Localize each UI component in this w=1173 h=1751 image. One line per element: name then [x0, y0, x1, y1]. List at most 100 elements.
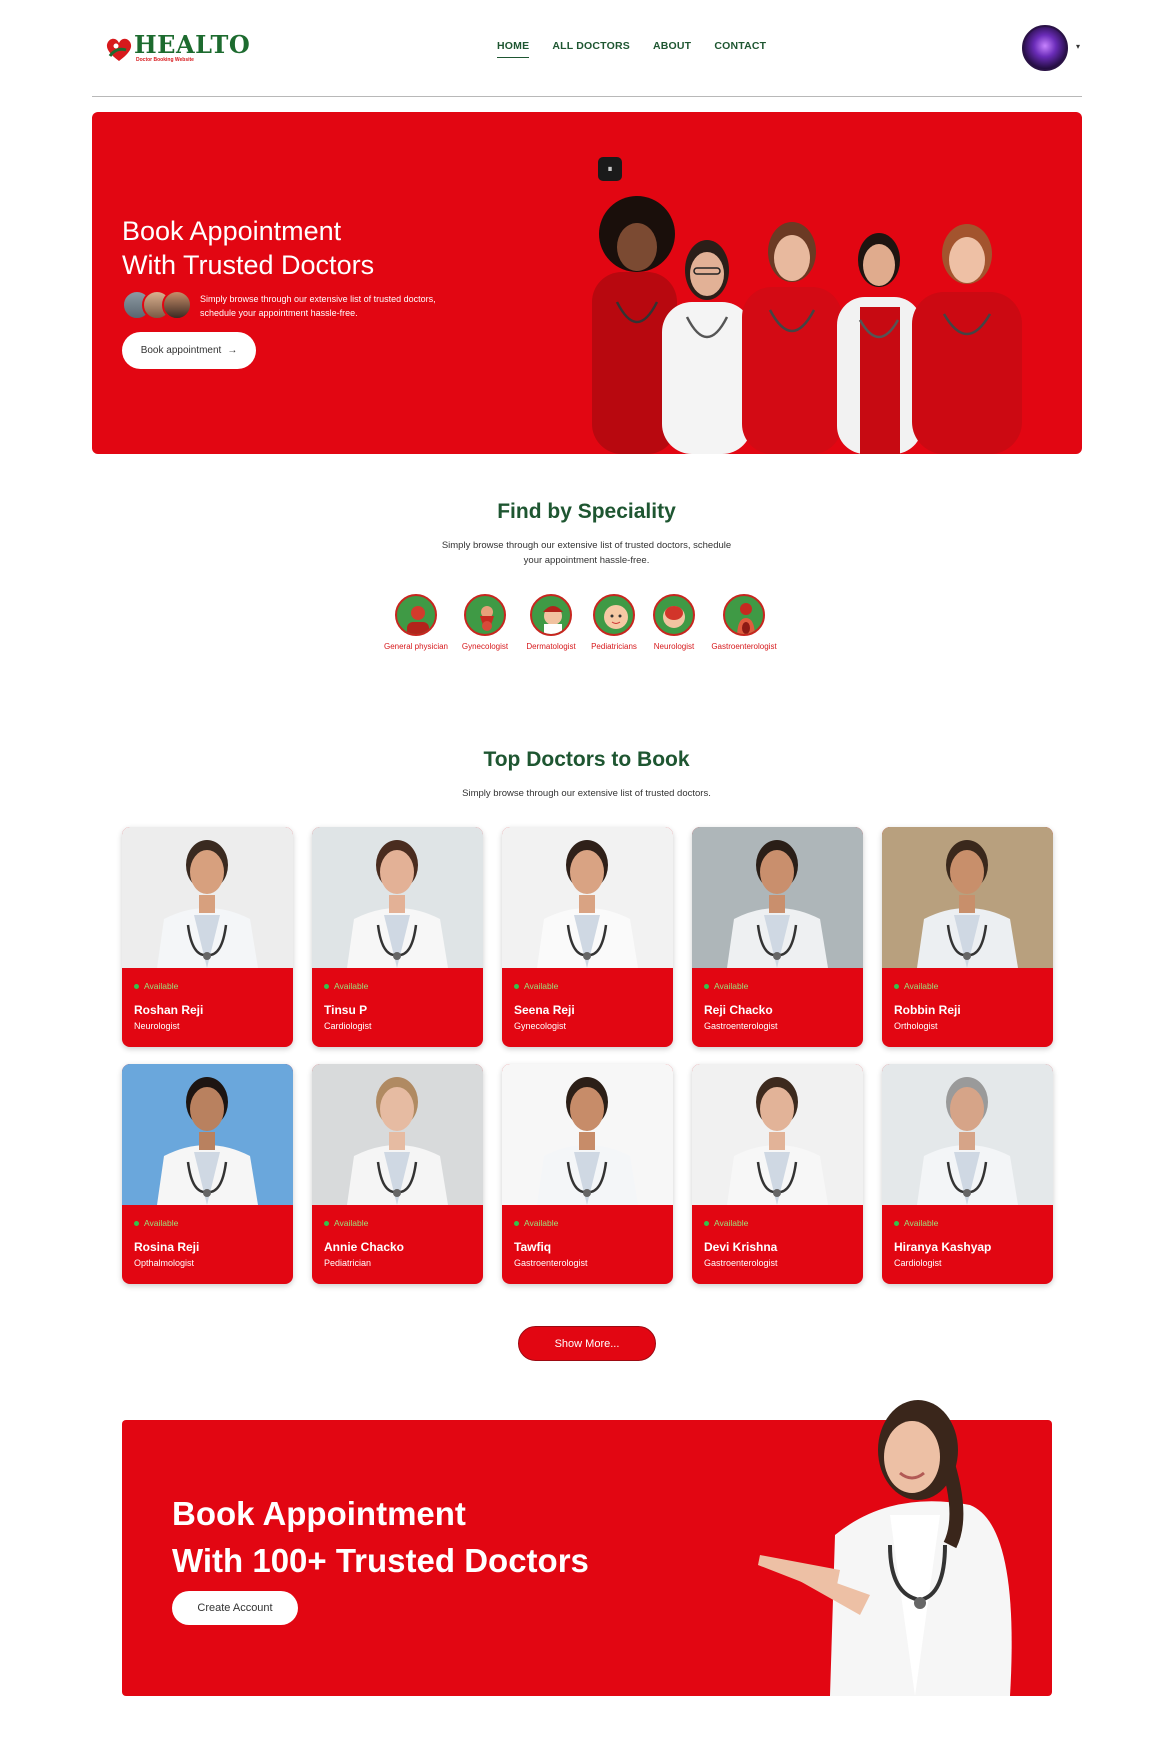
- doctor-speciality: Neurologist: [134, 1021, 180, 1031]
- doctor-card[interactable]: Available Rosina Reji Opthalmologist: [122, 1064, 293, 1284]
- doctor-name: Seena Reji: [514, 1003, 575, 1017]
- doctor-card[interactable]: Available Roshan Reji Neurologist: [122, 827, 293, 1047]
- nav-item-about[interactable]: ABOUT: [653, 40, 691, 58]
- pointing-doctor-image: [758, 1400, 1012, 1696]
- status-dot-icon: [894, 1220, 899, 1226]
- doctor-photo: [122, 827, 293, 968]
- status-dot-icon: [514, 983, 519, 989]
- availability-label: Available: [904, 1218, 939, 1228]
- nav-item-home[interactable]: HOME: [497, 40, 530, 58]
- doctor-name: Annie Chacko: [324, 1240, 405, 1254]
- navbar: HEALTO Doctor Booking Website HOME ALL DO…: [92, 0, 1082, 97]
- status-dot-icon: [134, 1220, 139, 1226]
- availability-status: Available: [324, 1218, 475, 1228]
- doctor-speciality: Gastroenterologist: [514, 1258, 588, 1268]
- availability-status: Available: [704, 1218, 855, 1228]
- doctor-speciality: Gastroenterologist: [704, 1021, 778, 1031]
- speciality-label: Dermatologist: [526, 642, 576, 651]
- doctor-card[interactable]: Available Hiranya Kashyap Cardiologist: [882, 1064, 1053, 1284]
- doctor-grid: Available Roshan Reji Neurologist Available…: [122, 827, 1053, 1284]
- availability-status: Available: [704, 981, 855, 991]
- speciality-dermatologist[interactable]: Dermatologist: [518, 594, 584, 651]
- doctor-speciality: Pediatrician: [324, 1258, 372, 1268]
- hero-title: Book Appointment With Trusted Doctors: [122, 214, 374, 282]
- doctor-info: Available Rosina Reji Opthalmologist: [134, 1218, 285, 1268]
- doctor-speciality: Orthologist: [894, 1021, 938, 1031]
- book-appointment-button[interactable]: Book appointment →: [122, 332, 256, 369]
- gastroenterologist-icon: [723, 594, 765, 636]
- speciality-description-line2: your appointment hassle-free.: [523, 555, 650, 566]
- availability-label: Available: [524, 1218, 559, 1228]
- gynecologist-icon: [464, 594, 506, 636]
- doctor-photo: [882, 827, 1053, 968]
- hero-title-line1: Book Appointment: [122, 216, 342, 246]
- status-dot-icon: [324, 983, 329, 989]
- status-dot-icon: [134, 983, 139, 989]
- nav-item-all-doctors[interactable]: ALL DOCTORS: [552, 40, 630, 58]
- availability-label: Available: [904, 981, 939, 991]
- doctor-speciality: Cardiologist: [894, 1258, 942, 1268]
- doctor-card[interactable]: Available Devi Krishna Gastroenterologist: [692, 1064, 863, 1284]
- logo[interactable]: HEALTO Doctor Booking Website: [104, 28, 250, 68]
- doctor-card[interactable]: Available Seena Reji Gynecologist: [502, 827, 673, 1047]
- profile-avatar[interactable]: [1022, 25, 1068, 71]
- speciality-gastroenterologist[interactable]: Gastroenterologist: [704, 594, 784, 651]
- availability-status: Available: [134, 1218, 285, 1228]
- status-dot-icon: [514, 1220, 519, 1226]
- doctor-name: Hiranya Kashyap: [894, 1240, 992, 1254]
- availability-status: Available: [894, 981, 1045, 991]
- hero-title-line2: With Trusted Doctors: [122, 250, 375, 280]
- doctor-photo: [312, 1064, 483, 1205]
- speciality-description-line1: Simply browse through our extensive list…: [441, 540, 732, 551]
- speciality-neurologist[interactable]: Neurologist: [644, 594, 704, 651]
- status-dot-icon: [704, 1220, 709, 1226]
- availability-label: Available: [524, 981, 559, 991]
- doctor-photo: [692, 1064, 863, 1205]
- doctor-photo: [502, 1064, 673, 1205]
- doctor-card[interactable]: Available Annie Chacko Pediatrician: [312, 1064, 483, 1284]
- speciality-label: Gynecologist: [461, 642, 509, 651]
- speciality-pediatricians[interactable]: Pediatricians: [584, 594, 644, 651]
- availability-label: Available: [714, 981, 749, 991]
- availability-label: Available: [334, 981, 369, 991]
- neurologist-icon: [653, 594, 695, 636]
- doctor-card[interactable]: Available Robbin Reji Orthologist: [882, 827, 1053, 1047]
- speciality-gynecologist[interactable]: Gynecologist: [452, 594, 518, 651]
- speciality-title: Find by Speciality: [497, 500, 676, 523]
- doctor-avatars-group: [122, 290, 194, 320]
- doctor-photo: [692, 827, 863, 968]
- arrow-right-icon: →: [227, 345, 238, 356]
- doctor-name: Rosina Reji: [134, 1240, 200, 1254]
- brand-name: HEALTO: [134, 30, 251, 59]
- general-physician-icon: [395, 594, 437, 636]
- create-account-button[interactable]: Create Account: [172, 1591, 298, 1625]
- doctor-info: Available Annie Chacko Pediatrician: [324, 1218, 475, 1268]
- brand-tagline: Doctor Booking Website: [136, 57, 194, 63]
- doctor-name: Devi Krishna: [704, 1240, 778, 1254]
- heart-logo-icon: [106, 38, 132, 61]
- show-more-button[interactable]: Show More...: [518, 1326, 656, 1361]
- status-dot-icon: [894, 983, 899, 989]
- availability-status: Available: [514, 1218, 665, 1228]
- doctor-card[interactable]: Available Tinsu P Cardiologist: [312, 827, 483, 1047]
- doctor-card[interactable]: Available Tawfiq Gastroenterologist: [502, 1064, 673, 1284]
- doctor-info: Available Hiranya Kashyap Cardiologist: [894, 1218, 1045, 1268]
- doctor-name: Reji Chacko: [704, 1003, 773, 1017]
- doctor-photo: [502, 827, 673, 968]
- doctor-name: Robbin Reji: [894, 1003, 961, 1017]
- cta-title-line1: Book Appointment: [172, 1495, 466, 1532]
- doctor-info: Available Roshan Reji Neurologist: [134, 981, 285, 1031]
- availability-label: Available: [714, 1218, 749, 1228]
- chevron-down-icon[interactable]: ▾: [1076, 42, 1080, 51]
- availability-label: Available: [144, 1218, 179, 1228]
- speciality-general-physician[interactable]: General physician: [380, 594, 452, 651]
- pause-icon[interactable]: ⏸: [598, 157, 622, 181]
- speciality-label: Neurologist: [653, 642, 695, 651]
- doctor-speciality: Opthalmologist: [134, 1258, 195, 1268]
- availability-status: Available: [514, 981, 665, 991]
- nav-item-contact[interactable]: CONTACT: [714, 40, 766, 58]
- speciality-description: Simply browse through our extensive list…: [0, 538, 1173, 568]
- speciality-label: Gastroenterologist: [711, 642, 777, 651]
- hero-banner: Book Appointment With Trusted Doctors Si…: [92, 112, 1082, 454]
- doctor-card[interactable]: Available Reji Chacko Gastroenterologist: [692, 827, 863, 1047]
